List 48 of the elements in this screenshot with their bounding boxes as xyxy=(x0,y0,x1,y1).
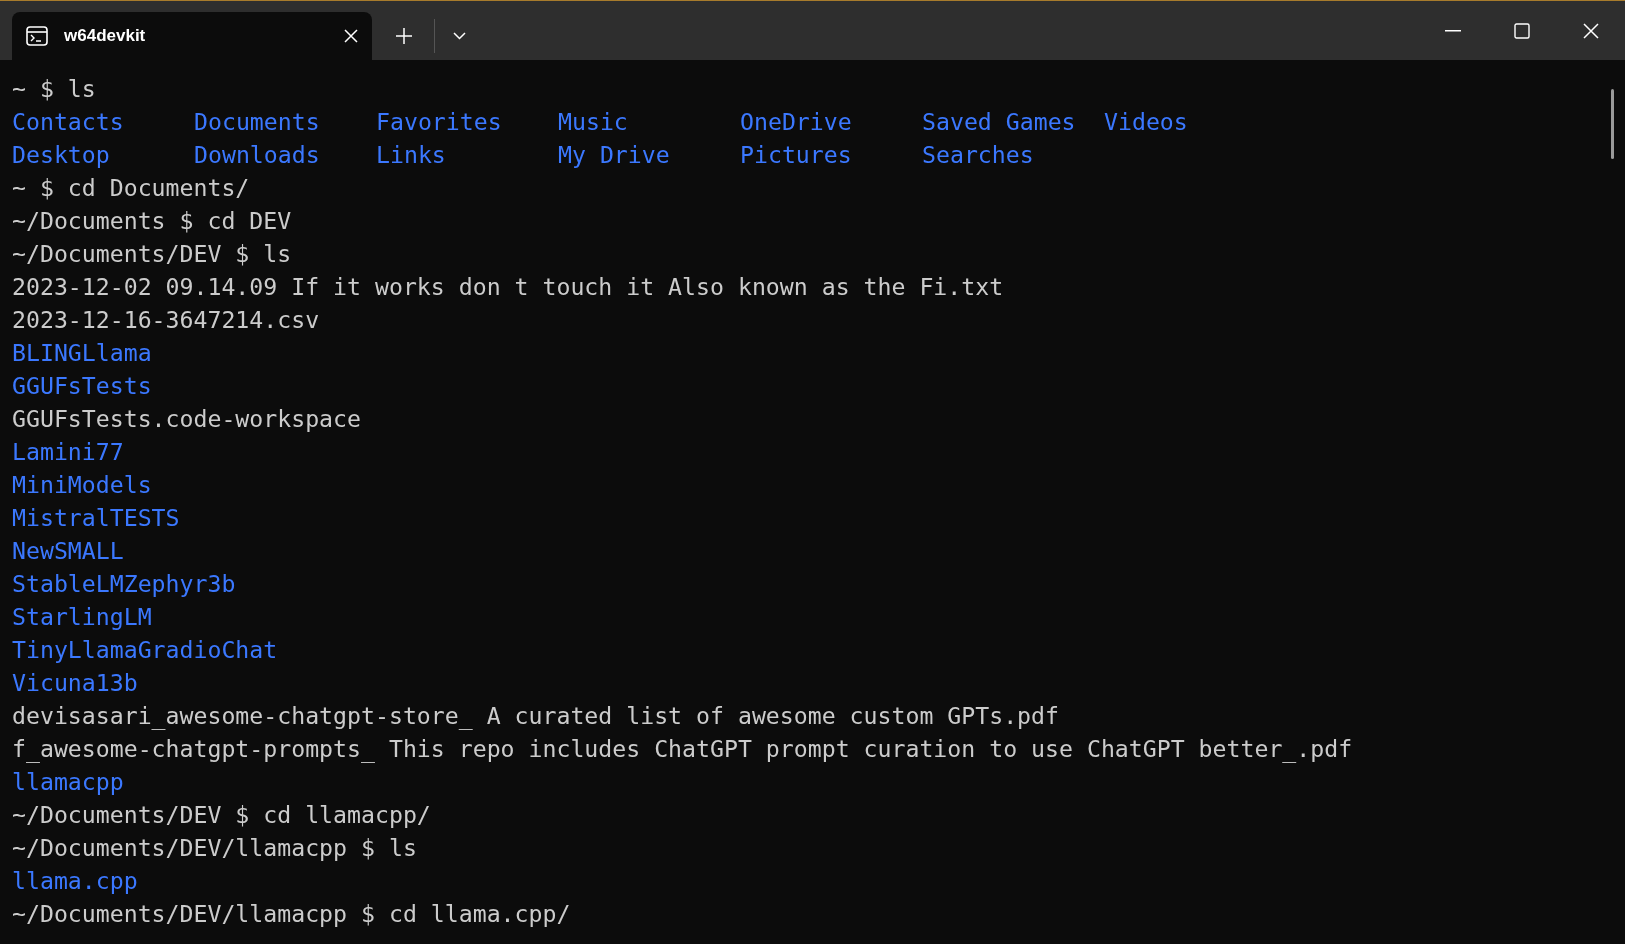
directory-name: My Drive xyxy=(558,140,670,170)
directory-name: Music xyxy=(558,107,628,137)
directory-name: Downloads xyxy=(194,140,320,170)
tab-title: w64devkit xyxy=(64,26,147,46)
directory-name: llamacpp xyxy=(12,767,124,797)
file-name: GGUFsTests.code-workspace xyxy=(12,404,361,434)
file-name: 2023-12-02 09.14.09 If it works don t touch it Also known as the Fi.txt xyxy=(12,272,1004,302)
directory-name: llama.cpp xyxy=(12,866,138,896)
directory-name: Lamini77 xyxy=(12,437,124,467)
directory-name: GGUFsTests xyxy=(12,371,152,401)
maximize-icon xyxy=(1513,22,1530,39)
directory-name: Favorites xyxy=(376,107,502,137)
directory-name: BLINGLlama xyxy=(12,338,152,368)
terminal-command-line: ~/Documents/DEV/llamacpp $ cd llama.cpp/ xyxy=(12,899,571,929)
terminal-command-line: ~/Documents/DEV $ ls xyxy=(12,239,292,269)
directory-name: StarlingLM xyxy=(12,602,152,632)
directory-name: Videos xyxy=(1104,107,1188,137)
terminal-command-line: ~/Documents/DEV $ cd llamacpp/ xyxy=(12,800,431,830)
directory-name: Contacts xyxy=(12,107,124,137)
terminal-tab[interactable]: w64devkit xyxy=(12,12,372,60)
scrollbar-thumb[interactable] xyxy=(1611,89,1614,159)
terminal-command-line: ~/Documents $ cd DEV xyxy=(12,206,292,236)
minimize-icon xyxy=(1444,29,1461,32)
close-icon xyxy=(1582,22,1599,39)
terminal-icon xyxy=(26,26,48,46)
directory-name: Saved Games xyxy=(922,107,1076,137)
terminal-command-line: ~ $ ls xyxy=(12,74,96,104)
directory-name: StableLMZephyr3b xyxy=(12,569,236,599)
file-name: devisasari_awesome-chatgpt-store_ A curated list of awesome custom GPTs.pdf xyxy=(12,701,1059,732)
directory-name: Documents xyxy=(194,107,320,137)
close-icon xyxy=(344,29,358,43)
directory-name: OneDrive xyxy=(740,107,852,137)
chevron-down-icon xyxy=(452,32,466,40)
directory-name: MistralTESTS xyxy=(12,503,180,533)
close-tab-button[interactable] xyxy=(344,29,358,43)
file-name: f_awesome-chatgpt-prompts_ This repo includes ChatGPT prompt curation to use ChatGPT better_.pdf xyxy=(12,734,1353,765)
directory-name: Vicuna13b xyxy=(12,668,138,698)
directory-name: TinyLlamaGradioChat xyxy=(12,635,278,665)
directory-name: Pictures xyxy=(740,140,852,170)
file-name: 2023-12-16-3647214.csv xyxy=(12,305,320,335)
directory-name: Desktop xyxy=(12,140,110,170)
terminal-command-line: ~ $ cd Documents/ xyxy=(12,173,250,203)
plus-icon xyxy=(396,28,412,44)
terminal-command-line: ~/Documents/DEV/llamacpp $ ls xyxy=(12,833,417,863)
directory-name: MiniModels xyxy=(12,470,152,500)
directory-name: Links xyxy=(376,140,446,170)
directory-name: Searches xyxy=(922,140,1034,170)
directory-name: NewSMALL xyxy=(12,536,124,566)
